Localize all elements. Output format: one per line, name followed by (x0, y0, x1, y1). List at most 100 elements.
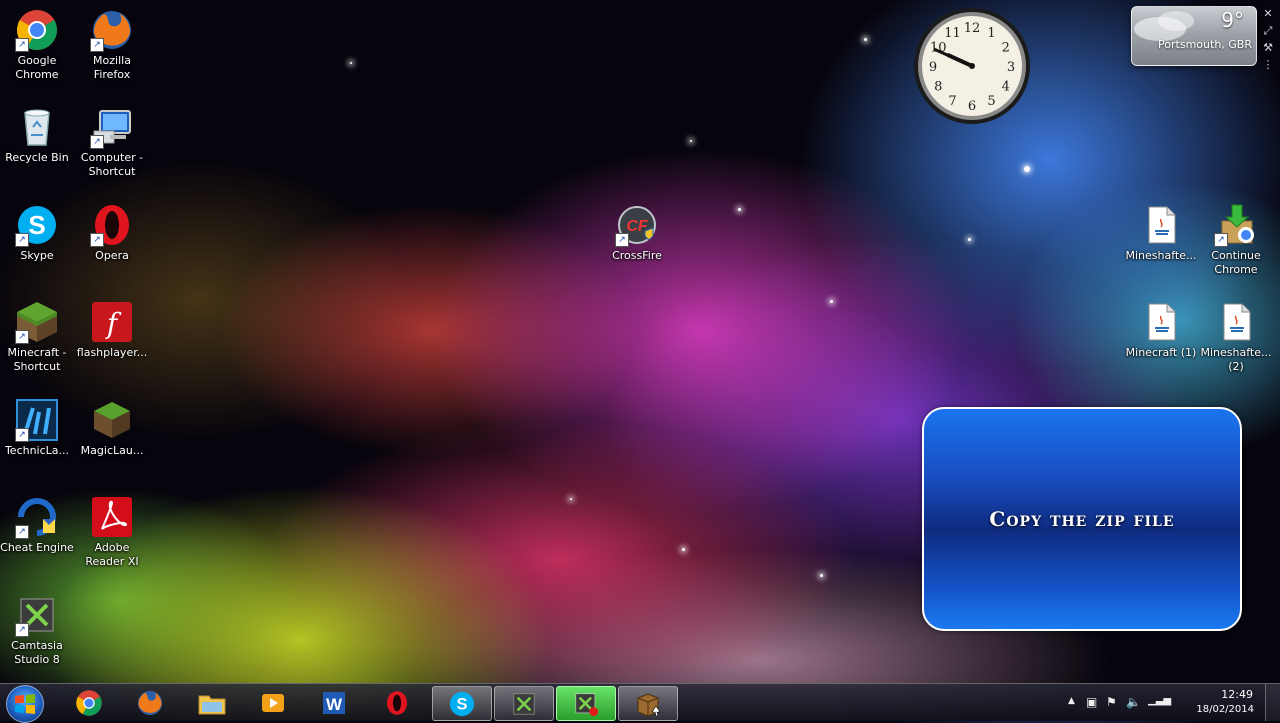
desktop-icon-mozilla-firefox[interactable]: ↗ Mozilla Firefox (75, 8, 149, 82)
taskbar-media-player[interactable] (244, 686, 302, 719)
callout-text: Copy the zip file (989, 507, 1175, 531)
desktop-icon-label: Minecraft (1) (1125, 346, 1197, 359)
desktop-icon-label: Mozilla Firefox (93, 54, 131, 81)
desktop-icon-label: Skype (20, 249, 54, 262)
desktop-icon-continue-chrome[interactable]: ↗ Continue Chrome (1199, 203, 1273, 277)
desktop-icon-label: Mineshafte... (1125, 249, 1197, 262)
taskbar-chrome[interactable] (60, 686, 118, 719)
desktop-icon-google-chrome[interactable]: ↗ Google Chrome (0, 8, 74, 82)
desktop-icon-crossfire[interactable]: CF ↗ CrossFire (600, 203, 674, 263)
firefox-icon: ↗ (90, 8, 134, 52)
clock-numeral: 8 (934, 80, 942, 95)
recycle-bin-icon (15, 105, 59, 149)
desktop-icon-minecraft-1[interactable]: Minecraft (1) (1124, 300, 1198, 360)
desktop-icon-mineshafter[interactable]: Mineshafte... (1124, 203, 1198, 263)
desktop-icon-label: Cheat Engine (0, 541, 74, 554)
desktop-icon-camtasia[interactable]: ↗ Camtasia Studio 8 (0, 593, 74, 667)
taskbar-skype[interactable]: S (432, 686, 492, 721)
desktop-icon-technic-launcher[interactable]: ↗ TechnicLa... (0, 398, 74, 458)
gadget-controls: ✕ ⤢ ⚒ ⋮ (1262, 8, 1276, 76)
action-center-flag-icon[interactable]: ⚑ (1106, 695, 1117, 709)
clock-numeral: 12 (964, 21, 981, 36)
clock-numeral: 4 (1002, 80, 1010, 95)
weather-location: Portsmouth, GBR (1158, 38, 1252, 51)
desktop-icon-label: Recycle Bin (5, 151, 69, 164)
cloud-icon (1134, 11, 1194, 41)
desktop-icon-label: CrossFire (612, 249, 662, 262)
skype-icon: S (449, 691, 475, 716)
desktop-icon-skype[interactable]: S ↗ Skype (0, 203, 74, 263)
taskbar-opera[interactable] (368, 686, 426, 719)
clock-time[interactable]: 12:49 (1221, 688, 1253, 701)
chrome-installer-icon: ↗ (1214, 203, 1258, 247)
desktop-icon-label: TechnicLa... (4, 444, 70, 457)
volume-icon[interactable]: 🔈 (1126, 695, 1141, 709)
wrench-icon[interactable]: ⚒ (1262, 42, 1274, 54)
svg-text:S: S (456, 694, 467, 713)
desktop-icon-label: Opera (95, 249, 129, 262)
desktop-icon-label: Computer - Shortcut (80, 151, 144, 178)
desktop-icon-computer-shortcut[interactable]: ↗ Computer - Shortcut (75, 105, 149, 179)
show-desktop-button[interactable] (1265, 684, 1280, 721)
taskbar-camtasia-recorder[interactable] (556, 686, 616, 721)
device-icon[interactable]: ▣ (1086, 695, 1097, 709)
desktop-icon-cheat-engine[interactable]: ↗ Cheat Engine (0, 495, 74, 555)
clock-numeral: 2 (1002, 41, 1010, 56)
taskbar-winrar[interactable] (618, 686, 678, 721)
taskbar-camtasia[interactable] (494, 686, 554, 721)
camtasia-recorder-icon (575, 693, 599, 716)
flash-icon: f (90, 300, 134, 344)
adobe-reader-icon (90, 495, 134, 539)
cheat-engine-icon: ↗ (15, 495, 59, 539)
desktop-icon-label: Adobe Reader XI (85, 541, 139, 568)
taskbar-word[interactable]: W (306, 686, 364, 719)
camtasia-icon (513, 693, 535, 714)
clock-face: 12 1234567891011 (914, 8, 1030, 124)
desktop-icon-flashplayer[interactable]: f flashplayer... (75, 300, 149, 360)
java-file-icon (1139, 300, 1183, 344)
clock-numeral: 6 (968, 99, 976, 114)
weather-gadget[interactable]: 9° Portsmouth, GBR (1131, 6, 1257, 66)
clock-gadget[interactable]: 12 1 2 3 4 5 6 7 8 9 10 11 (910, 6, 1034, 126)
clock-numeral: 3 (1007, 60, 1015, 75)
desktop-icon-mineshafter-2[interactable]: Mineshafte... (2) (1199, 300, 1273, 374)
clock-numeral: 5 (987, 94, 995, 109)
opera-icon (386, 690, 408, 715)
clock-date[interactable]: 18/02/2014 (1196, 704, 1254, 715)
drag-handle-icon[interactable]: ⋮ (1262, 59, 1274, 71)
desktop-icon-label: Camtasia Studio 8 (11, 639, 63, 666)
network-signal-icon[interactable]: ▁▃▅ (1148, 695, 1171, 706)
opera-icon: ↗ (90, 203, 134, 247)
media-player-icon (262, 693, 284, 712)
magic-launcher-icon (90, 398, 134, 442)
close-icon[interactable]: ✕ (1262, 8, 1274, 20)
desktop-icon-magic-launcher[interactable]: MagicLau... (75, 398, 149, 458)
svg-text:W: W (326, 695, 343, 714)
taskbar-explorer[interactable] (183, 686, 241, 719)
desktop-icon-label: Google Chrome (15, 54, 59, 81)
desktop-icon-adobe-reader[interactable]: Adobe Reader XI (75, 495, 149, 569)
word-icon: W (323, 691, 345, 714)
desktop-icon-minecraft-shortcut[interactable]: ↗ Minecraft - Shortcut (0, 300, 74, 374)
explorer-icon (198, 695, 226, 714)
start-button[interactable] (6, 685, 44, 723)
resize-icon[interactable]: ⤢ (1262, 25, 1274, 37)
minecraft-icon: ↗ (15, 300, 59, 344)
clock-numeral: 1 (987, 26, 995, 41)
camtasia-icon: ↗ (15, 593, 59, 637)
computer-icon: ↗ (90, 105, 134, 149)
clock-numeral: 7 (948, 94, 956, 109)
desktop-icon-label: Continue Chrome (1211, 249, 1261, 276)
weather-temperature: 9° (1221, 8, 1244, 32)
show-hidden-icons-icon[interactable]: ▲ (1068, 696, 1075, 706)
crossfire-icon: CF ↗ (615, 203, 659, 247)
chrome-icon: ↗ (15, 8, 59, 52)
java-file-icon (1214, 300, 1258, 344)
winrar-icon (637, 692, 661, 717)
taskbar-firefox[interactable] (121, 686, 179, 719)
desktop-icon-label: MagicLau... (80, 444, 144, 457)
desktop-icon-opera[interactable]: ↗ Opera (75, 203, 149, 263)
desktop-icon-recycle-bin[interactable]: Recycle Bin (0, 105, 74, 165)
taskbar: W S ▲ ▣ ⚑ 🔈 ▁▃▅ 12:49 18/02/2014 (0, 683, 1280, 723)
chrome-icon (76, 689, 102, 716)
